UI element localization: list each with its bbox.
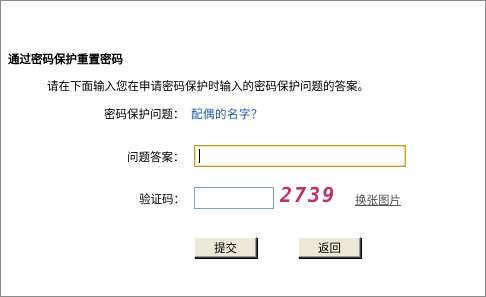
back-button[interactable]: 返回 xyxy=(298,237,361,258)
captcha-text: 2739 xyxy=(280,183,337,207)
page-title: 通过密码保护重置密码 xyxy=(8,52,123,66)
instruction-text: 请在下面输入您在申请密码保护时输入的密码保护问题的答案。 xyxy=(47,79,369,93)
verification-code-label: 验证码： xyxy=(139,192,185,206)
submit-button[interactable]: 提交 xyxy=(194,237,257,258)
security-question-label: 密码保护问题： xyxy=(104,107,185,121)
security-question-value: 配偶的名字？ xyxy=(191,107,263,121)
verification-code-input[interactable] xyxy=(194,187,274,209)
text-caret xyxy=(199,149,200,163)
change-captcha-link[interactable]: 换张图片 xyxy=(355,192,401,208)
answer-label: 问题答案： xyxy=(127,150,185,164)
captcha-image: 2739 xyxy=(280,183,348,207)
answer-input[interactable] xyxy=(194,145,406,167)
